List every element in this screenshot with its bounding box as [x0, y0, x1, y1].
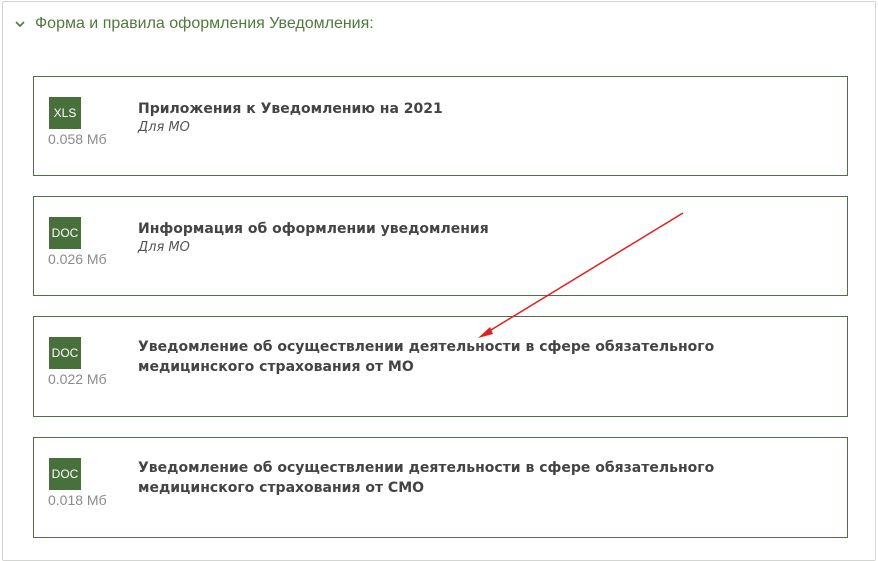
section-title: Форма и правила оформления Уведомления:	[35, 15, 374, 32]
xls-file-icon: XLS	[49, 97, 81, 129]
document-card[interactable]: DOC 0.018 Мб Уведомление об осуществлени…	[33, 437, 848, 538]
document-title[interactable]: Информация об оформлении уведомления	[138, 219, 808, 239]
section-header[interactable]: Форма и правила оформления Уведомления:	[13, 13, 374, 35]
file-size: 0.058 Мб	[48, 131, 107, 147]
file-size: 0.022 Мб	[48, 371, 107, 387]
document-title[interactable]: Уведомление об осуществлении деятельност…	[138, 337, 808, 377]
doc-file-icon: DOC	[49, 337, 81, 369]
file-size: 0.026 Мб	[48, 251, 107, 267]
document-subtitle: Для МО	[138, 120, 190, 135]
chevron-down-icon	[15, 21, 25, 28]
document-subtitle: Для МО	[138, 240, 190, 255]
file-size: 0.018 Мб	[48, 492, 107, 508]
document-card[interactable]: XLS 0.058 Мб Приложения к Уведомлению на…	[33, 76, 848, 176]
document-card[interactable]: DOC 0.026 Мб Информация об оформлении ув…	[33, 196, 848, 296]
document-title[interactable]: Приложения к Уведомлению на 2021	[138, 99, 808, 119]
doc-file-icon: DOC	[49, 217, 81, 249]
document-card[interactable]: DOC 0.022 Мб Уведомление об осуществлени…	[33, 316, 848, 417]
document-title[interactable]: Уведомление об осуществлении деятельност…	[138, 458, 808, 498]
doc-file-icon: DOC	[49, 458, 81, 490]
